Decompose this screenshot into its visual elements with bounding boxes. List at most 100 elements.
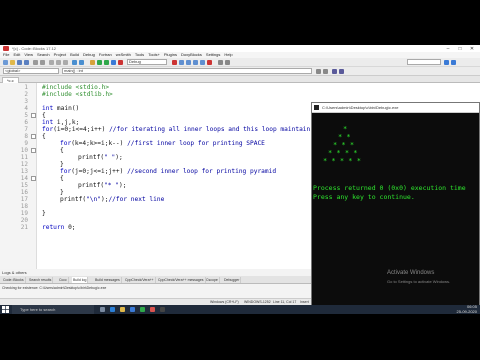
tab-build-log[interactable]: Build log [72,277,89,283]
redo-icon[interactable] [40,60,45,65]
pyramid-row: * * * * * [323,157,361,165]
code-line-21: return 0; [42,224,76,231]
line-number: 12 [20,161,28,168]
abort-icon[interactable] [118,60,123,65]
open-file-icon[interactable] [10,60,15,65]
store-icon[interactable] [130,307,135,312]
taskbar-search-placeholder: Type here to search [20,307,56,312]
tab-build-messages[interactable]: Build messages [94,277,122,283]
tab-cppcheck-messages[interactable]: CppCheck/Vera++ messages [157,277,206,283]
fold-marker-icon[interactable] [31,148,36,153]
debug-icon[interactable] [172,60,177,65]
code-text: main() [53,105,80,112]
copy-icon[interactable] [56,60,61,65]
jump-back-icon[interactable] [316,69,321,74]
taskbar-search-box[interactable]: Type here to search [12,305,94,314]
tab-search-results[interactable]: Search results [28,277,54,283]
next-bookmark-icon[interactable] [339,69,344,74]
console-task-icon[interactable] [160,307,165,312]
code-text: printf( [60,196,87,203]
step-out-icon[interactable] [200,60,205,65]
tray-date: 25-09-2020 [456,308,477,314]
code-text: (k=4;k>=i;k--) [71,140,128,147]
codeblocks-app-icon [3,46,9,51]
line-number: 1 [24,84,28,91]
undo-icon[interactable] [33,60,38,65]
line-number: 14 [20,175,28,182]
search-prev-icon[interactable] [451,60,456,65]
build-target-combo[interactable]: Debug [127,59,167,65]
tab-debugger[interactable]: Debugger [223,277,242,283]
toolbar-search-combo[interactable] [407,59,441,65]
code-comment: //for next line [108,196,165,203]
line-number: 10 [20,147,28,154]
logs-tab-bar: Code::Blocks Search results Cccc Build l… [0,276,311,284]
logs-panel-title: Logs & others [2,270,27,275]
next-line-icon[interactable] [186,60,191,65]
debug-windows-icon[interactable] [218,60,223,65]
fold-marker-icon[interactable] [31,176,36,181]
status-encoding: WINDOWS-1252 [244,300,271,304]
windows-taskbar: Type here to search 06:05 25-09-2020 [0,304,480,314]
build-and-run-icon[interactable] [104,60,109,65]
save-icon[interactable] [17,60,22,65]
build-icon[interactable] [90,60,95,65]
windows-start-icon[interactable] [2,306,9,313]
line-number: 16 [20,189,28,196]
replace-icon[interactable] [79,60,84,65]
line-number: 19 [20,210,28,217]
edge-icon[interactable] [110,307,115,312]
close-button[interactable]: ✕ [466,45,478,52]
debug-info-icon[interactable] [225,60,230,65]
find-icon[interactable] [72,60,77,65]
editor-tab-bar: *c.c [0,76,480,84]
file-explorer-icon[interactable] [120,307,125,312]
maximize-button[interactable]: □ [454,45,466,52]
tab-cscope[interactable]: Cscope [205,277,220,283]
pyramid-row: * * [338,133,351,141]
code-text: ); [115,154,123,161]
step-into-icon[interactable] [193,60,198,65]
line-number: 9 [24,140,28,147]
fold-marker-icon[interactable] [31,134,36,139]
paste-icon[interactable] [63,60,68,65]
code-text: i,j,k; [53,119,80,126]
code-string: " " [104,154,116,161]
line-number-gutter: 1 2 3 4 5 6 7 8 9 10 11 12 13 14 15 16 1… [0,83,37,269]
save-all-icon[interactable] [24,60,29,65]
scope-combo[interactable]: <global> [3,68,59,74]
new-file-icon[interactable] [3,60,8,65]
pyramid-row: * * * [333,141,355,149]
code-line-17: printf("\n");//for next line [60,196,164,203]
jump-forward-icon[interactable] [323,69,328,74]
codeblocks-task-icon[interactable] [150,307,155,312]
search-next-icon[interactable] [444,60,449,65]
code-line-9: for(k=4;k>=i;k--) //first inner loop for… [60,140,265,147]
toggle-bookmark-icon[interactable] [332,69,337,74]
symbol-combo[interactable]: main() : int [62,68,312,74]
line-number: 5 [24,112,28,119]
cut-icon[interactable] [49,60,54,65]
fold-marker-icon[interactable] [31,113,36,118]
task-view-icon[interactable] [100,307,105,312]
system-tray[interactable]: 06:05 25-09-2020 [456,304,477,314]
code-text: ); [118,182,127,189]
chrome-icon[interactable] [140,307,145,312]
tab-cppcheck[interactable]: CppCheck/Vera++ [124,277,156,283]
title-bar: *[c] - Code::Blocks 17.12 – □ ✕ [0,45,480,52]
run-icon[interactable] [97,60,102,65]
rebuild-icon[interactable] [111,60,116,65]
code-line-4: int main() [42,105,79,112]
pyramid-row: * [343,125,348,133]
tab-cccc[interactable]: Cccc [58,277,69,283]
console-icon [314,105,319,110]
line-number: 4 [24,105,28,112]
pyramid-row: * * * * [328,149,358,157]
tab-codeblocks-log[interactable]: Code::Blocks [2,277,26,283]
run-to-cursor-icon[interactable] [179,60,184,65]
code-line-1: #include <stdio.h> [42,84,110,91]
activate-windows-subtitle: Go to Settings to activate Windows. [387,279,451,284]
stop-debugger-icon[interactable] [207,60,212,65]
minimize-button[interactable]: – [442,45,454,52]
line-number: 2 [24,91,28,98]
